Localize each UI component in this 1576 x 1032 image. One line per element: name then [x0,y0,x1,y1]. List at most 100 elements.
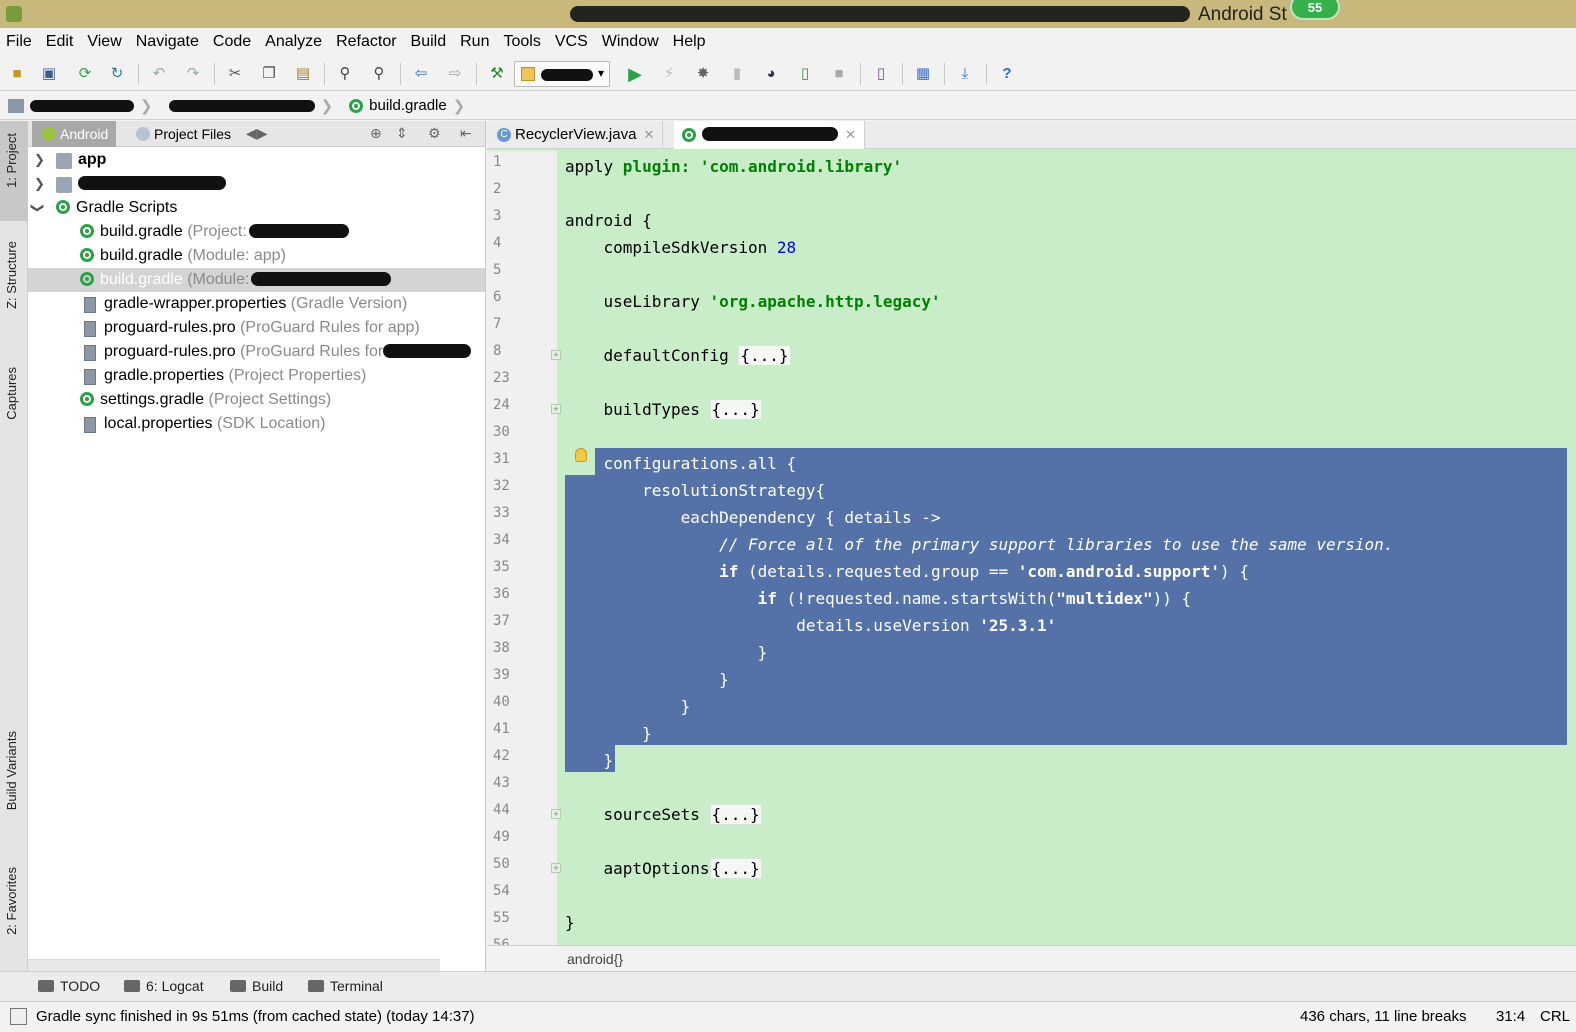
redo-icon[interactable]: ↷ [184,65,202,83]
attach-debugger-icon[interactable]: ▯ [796,65,814,83]
switch-view-icon[interactable]: ◀▶ [246,125,268,142]
copy-icon[interactable]: ❐ [260,65,278,83]
back-icon[interactable]: ⇦ [412,65,430,83]
tab-android[interactable]: Android [32,121,117,147]
close-icon[interactable]: ✕ [644,121,655,149]
code-editor: C RecyclerView.java ✕ ✕ 1 2 3 4 5 6 7 8 … [487,121,1576,971]
fold-expand-icon[interactable]: + [551,404,561,414]
locate-icon[interactable]: ⊕ [370,125,382,142]
avd-manager-icon[interactable]: ▯ [872,65,890,83]
fold-expand-icon[interactable]: + [551,350,561,360]
menu-tools[interactable]: Tools [503,33,540,51]
terminal-tab[interactable]: Terminal [308,978,383,994]
menu-window[interactable]: Window [602,33,659,51]
logcat-tab[interactable]: 6: Logcat [124,978,204,994]
folded-block[interactable]: {...} [709,804,762,825]
open-folder-icon[interactable]: ■ [8,65,26,83]
tree-item-library[interactable]: ❯ [28,172,485,196]
undo-icon[interactable]: ↶ [150,65,168,83]
menu-help[interactable]: Help [673,33,706,51]
tree-item-settings-gradle[interactable]: settings.gradle (Project Settings) [28,388,485,412]
fold-expand-icon[interactable]: + [551,863,561,873]
hide-panel-icon[interactable]: ⇤ [460,125,472,142]
line-number: 5 [493,262,502,278]
collapse-icon[interactable]: ⇕ [396,125,408,142]
fold-expand-icon[interactable]: + [551,809,561,819]
profile-icon[interactable]: ◕ [762,65,780,83]
menu-code[interactable]: Code [213,33,251,51]
replace-icon[interactable]: ⚲ [370,65,388,83]
tab-recyclerview-java[interactable]: C RecyclerView.java ✕ [487,121,664,149]
module-icon [521,67,535,81]
todo-tab[interactable]: TODO [38,978,100,994]
run-configuration-select[interactable]: ▾ [514,61,610,87]
code-line: sourceSets {...} [565,804,762,825]
menu-analyze[interactable]: Analyze [265,33,322,51]
code-area[interactable]: apply plugin: 'com.android.library' andr… [565,151,1576,945]
tree-item-local-properties[interactable]: local.properties (SDK Location) [28,412,485,436]
menu-navigate[interactable]: Navigate [136,33,199,51]
structure-tool-tab[interactable]: Z: Structure [4,241,19,309]
folded-block[interactable]: {...} [738,345,791,366]
editor-breadcrumb[interactable]: android{} [487,945,1576,971]
close-icon[interactable]: ✕ [845,121,856,149]
text-file-icon [84,321,96,337]
make-project-icon[interactable]: ⚒ [488,65,506,83]
gear-icon[interactable]: ⚙ [428,125,441,142]
favorites-tool-tab[interactable]: 2: Favorites [4,867,19,935]
debug-icon[interactable]: ✸ [694,65,712,83]
tree-item-build-gradle-module[interactable]: build.gradle (Module: [28,268,485,292]
chevron-right-icon[interactable]: ❯ [34,148,45,172]
tree-item-build-gradle-project[interactable]: build.gradle (Project: [28,220,485,244]
line-number: 38 [493,640,510,656]
line-number: 33 [493,505,510,521]
tool-windows-toggle-icon[interactable] [10,1008,27,1025]
refresh-icon[interactable]: ↻ [108,65,126,83]
cut-icon[interactable]: ✂ [226,65,244,83]
tree-item-gradle-properties[interactable]: gradle.properties (Project Properties) [28,364,485,388]
tree-item-proguard-app[interactable]: proguard-rules.pro (ProGuard Rules for a… [28,316,485,340]
folder-icon [8,98,24,113]
tree-item-app[interactable]: ❯ app [28,148,485,172]
run-icon[interactable]: ▶ [626,65,644,83]
menu-build[interactable]: Build [411,33,447,51]
line-separator[interactable]: CRL [1540,1008,1570,1025]
menu-file[interactable]: File [6,33,32,51]
coverage-icon[interactable]: ▮ [728,65,746,83]
apply-changes-icon[interactable]: ⚡ [660,65,678,83]
menu-view[interactable]: View [87,33,121,51]
sdk-manager-icon[interactable]: ⤓ [956,65,974,83]
paste-icon[interactable]: ▤ [294,65,312,83]
tab-build-gradle[interactable]: ✕ [674,121,865,149]
chevron-down-icon[interactable]: ❯ [25,203,49,214]
tree-item-proguard-lib[interactable]: proguard-rules.pro (ProGuard Rules for [28,340,485,364]
breadcrumb-project[interactable]: ❯ [0,92,161,119]
project-tool-tab[interactable]: 1: Project [4,133,19,188]
breadcrumb-file[interactable]: build.gradle ❯ [341,92,473,119]
horizontal-scrollbar[interactable] [28,959,440,971]
build-tab[interactable]: Build [230,978,283,994]
folded-block[interactable]: {...} [709,399,762,420]
menu-run[interactable]: Run [460,33,489,51]
folded-block[interactable]: {...} [709,858,762,879]
tree-item-gradle-wrapper[interactable]: gradle-wrapper.properties (Gradle Versio… [28,292,485,316]
tree-item-gradle-scripts[interactable]: ❯ Gradle Scripts [28,196,485,220]
stop-icon[interactable]: ■ [830,65,848,83]
sync-icon[interactable]: ⟳ [76,65,94,83]
build-variants-tool-tab[interactable]: Build Variants [4,731,19,810]
captures-tool-tab[interactable]: Captures [4,367,19,420]
project-structure-icon[interactable]: ▦ [914,65,932,83]
find-icon[interactable]: ⚲ [336,65,354,83]
menu-refactor[interactable]: Refactor [336,33,396,51]
chevron-right-icon[interactable]: ❯ [34,172,45,196]
help-icon[interactable]: ? [998,65,1016,83]
forward-icon[interactable]: ⇨ [446,65,464,83]
breadcrumb-module[interactable]: ❯ [161,92,342,119]
tree-item-build-gradle-app[interactable]: build.gradle (Module: app) [28,244,485,268]
notification-badge[interactable]: 55 [1290,0,1340,20]
save-icon[interactable]: ▣ [40,65,58,83]
menu-vcs[interactable]: VCS [555,33,588,51]
cursor-position[interactable]: 31:4 [1496,1008,1525,1025]
tab-project-files[interactable]: Project Files [126,121,239,147]
menu-edit[interactable]: Edit [46,33,74,51]
